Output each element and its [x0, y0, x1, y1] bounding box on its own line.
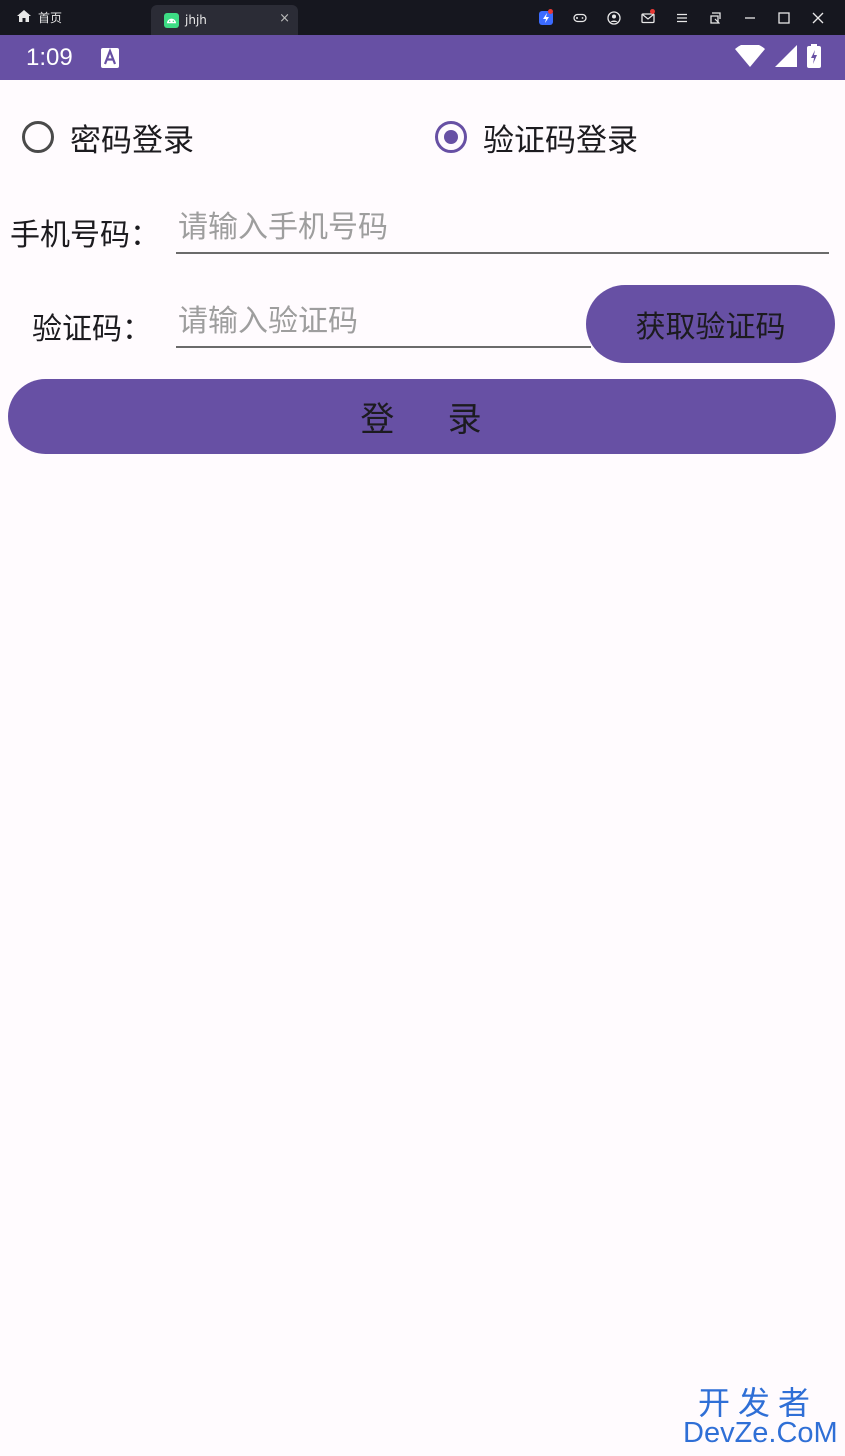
- battery-charging-icon: [807, 44, 821, 72]
- code-label: 验证码：: [32, 312, 152, 347]
- notification-dot: [548, 9, 553, 14]
- android-status-bar: 1:09: [0, 35, 845, 80]
- restore-down-icon[interactable]: [699, 0, 733, 35]
- boost-icon[interactable]: [529, 0, 563, 35]
- cell-signal-icon: [775, 45, 797, 71]
- mail-notification-dot: [650, 9, 655, 14]
- android-icon: [164, 12, 179, 28]
- watermark-line1: 开发者: [697, 1385, 818, 1421]
- system-icons: [735, 43, 821, 72]
- watermark-line2: DevZe.CoM: [683, 1417, 838, 1449]
- keyboard-a-icon: [101, 47, 119, 68]
- gamepad-icon[interactable]: [563, 0, 597, 35]
- radio-password-label: 密码登录: [70, 122, 194, 159]
- window-controls: [529, 0, 835, 35]
- close-window-icon[interactable]: [801, 0, 835, 35]
- account-icon[interactable]: [597, 0, 631, 35]
- radio-password-login[interactable]: 密码登录: [22, 112, 194, 162]
- code-input[interactable]: [176, 296, 591, 348]
- minimize-icon[interactable]: [733, 0, 767, 35]
- get-code-button[interactable]: 获取验证码: [586, 285, 835, 363]
- phone-label: 手机号码：: [10, 218, 160, 253]
- radio-code-login[interactable]: 验证码登录: [435, 112, 638, 162]
- app-tab-label: jhjh: [185, 13, 207, 27]
- home-tab-label: 首页: [38, 11, 63, 25]
- login-mode-radio-group: 密码登录 验证码登录: [0, 112, 845, 162]
- devze-watermark-logo: 开发者 DevZe.CoM: [683, 1385, 838, 1449]
- radio-checked-icon[interactable]: [435, 121, 467, 153]
- menu-icon[interactable]: [665, 0, 699, 35]
- emulator-titlebar: 首页 jhjh ×: [0, 0, 845, 35]
- radio-unchecked-icon[interactable]: [22, 121, 54, 153]
- home-icon: [16, 8, 32, 27]
- status-clock: 1:09: [26, 44, 73, 71]
- close-tab-icon[interactable]: ×: [279, 11, 290, 26]
- radio-code-label: 验证码登录: [483, 122, 638, 159]
- maximize-icon[interactable]: [767, 0, 801, 35]
- app-tab[interactable]: jhjh ×: [151, 5, 298, 35]
- wifi-icon: [735, 43, 765, 71]
- login-button[interactable]: 登 录: [8, 379, 836, 454]
- mail-icon[interactable]: [631, 0, 665, 35]
- phone-input[interactable]: [176, 202, 829, 254]
- home-tab[interactable]: 首页: [16, 0, 62, 35]
